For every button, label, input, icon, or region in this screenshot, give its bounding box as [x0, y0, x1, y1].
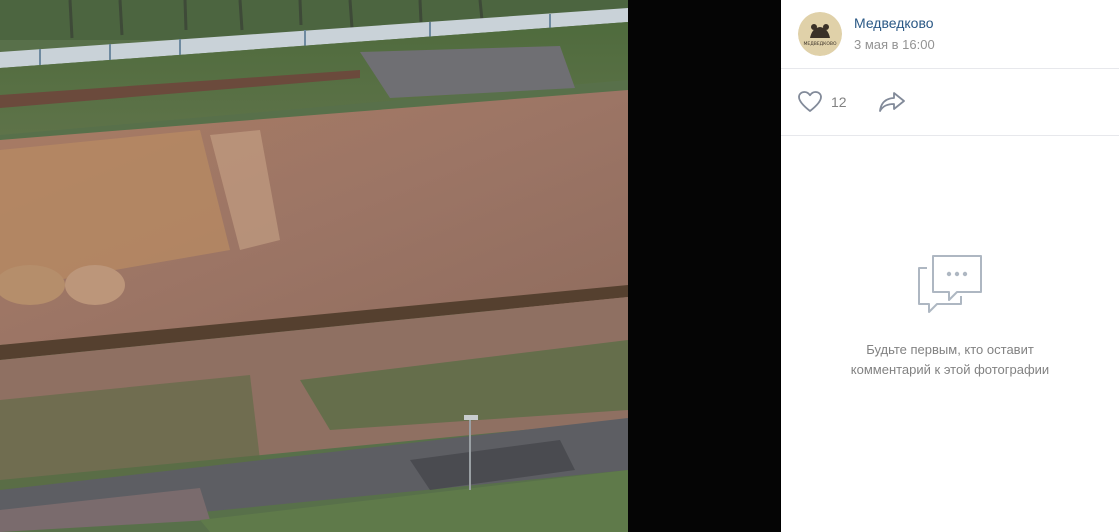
share-button[interactable]	[877, 90, 907, 118]
avatar-image: МЕДВЕДКОВО	[798, 12, 842, 56]
comments-bubble-icon	[918, 255, 982, 313]
viewer-background	[628, 0, 780, 532]
heart-icon	[798, 91, 822, 112]
post-actions: 12	[781, 69, 1119, 136]
empty-text-line-2: комментарий к этой фотографии	[850, 362, 1050, 377]
comments-empty-text: Будьте первым, кто оставит комментарий к…	[781, 340, 1119, 380]
author-avatar[interactable]: МЕДВЕДКОВО	[798, 12, 842, 56]
post-date[interactable]: 3 мая в 16:00	[854, 37, 935, 52]
share-arrow-icon	[879, 92, 905, 112]
comments-empty-state: Будьте первым, кто оставит комментарий к…	[781, 250, 1119, 380]
avatar-logo-text: МЕДВЕДКОВО	[803, 41, 837, 47]
photo-image	[0, 0, 628, 532]
author-header: МЕДВЕДКОВО Медведково 3 мая в 16:00	[781, 0, 1119, 69]
empty-text-line-1: Будьте первым, кто оставит	[866, 342, 1034, 357]
photo-viewer	[0, 0, 780, 532]
photo-sidebar: МЕДВЕДКОВО Медведково 3 мая в 16:00 12 Б…	[781, 0, 1119, 532]
like-count: 12	[831, 94, 847, 110]
like-button[interactable]: 12	[797, 90, 847, 114]
author-name-link[interactable]: Медведково	[854, 15, 934, 31]
photo[interactable]	[0, 0, 628, 532]
